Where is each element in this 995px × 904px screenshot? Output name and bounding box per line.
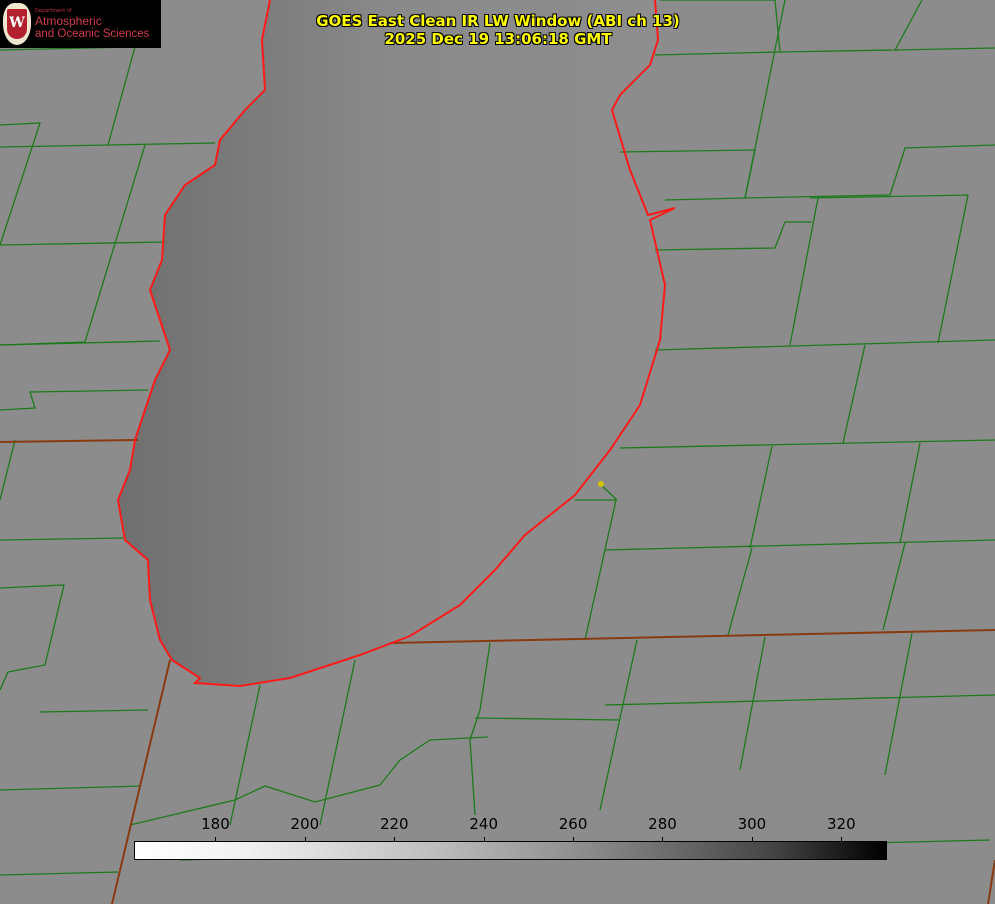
- colorbar-tick-label: 260: [558, 815, 588, 833]
- colorbar-tick-mark: [662, 837, 664, 842]
- colorbar-tick-mark: [841, 837, 843, 842]
- colorbar-tick-label: 320: [826, 815, 856, 833]
- colorbar-tick-label: 280: [648, 815, 677, 833]
- logo-line2: and Oceanic Sciences: [35, 28, 150, 40]
- colorbar-tick-label: 180: [201, 815, 230, 833]
- colorbar-tick-mark: [394, 837, 396, 842]
- image-title: GOES East Clean IR LW Window (ABI ch 13): [316, 12, 680, 30]
- satellite-image-view: W Department of Atmospheric and Oceanic …: [0, 0, 995, 904]
- aos-logo: W Department of Atmospheric and Oceanic …: [0, 0, 161, 48]
- colorbar-tick-mark: [573, 837, 575, 842]
- colorbar-tick-mark: [215, 837, 217, 842]
- colorbar-tick-label: 240: [469, 815, 498, 833]
- colorbar-tick-label: 220: [379, 815, 409, 833]
- colorbar: [134, 841, 887, 860]
- ir-satellite-map: [0, 0, 995, 904]
- uw-seal-icon: W: [3, 3, 31, 45]
- colorbar-tick-label: 300: [737, 815, 767, 833]
- image-timestamp: 2025 Dec 19 13:06:18 GMT: [384, 30, 612, 48]
- logo-line1: Atmospheric: [35, 14, 102, 28]
- colorbar-tick-label: 200: [290, 815, 320, 833]
- colorbar-tick-mark: [483, 837, 485, 842]
- colorbar-tick-mark: [304, 837, 306, 842]
- location-marker: [598, 481, 604, 487]
- colorbar-tick-mark: [751, 837, 753, 842]
